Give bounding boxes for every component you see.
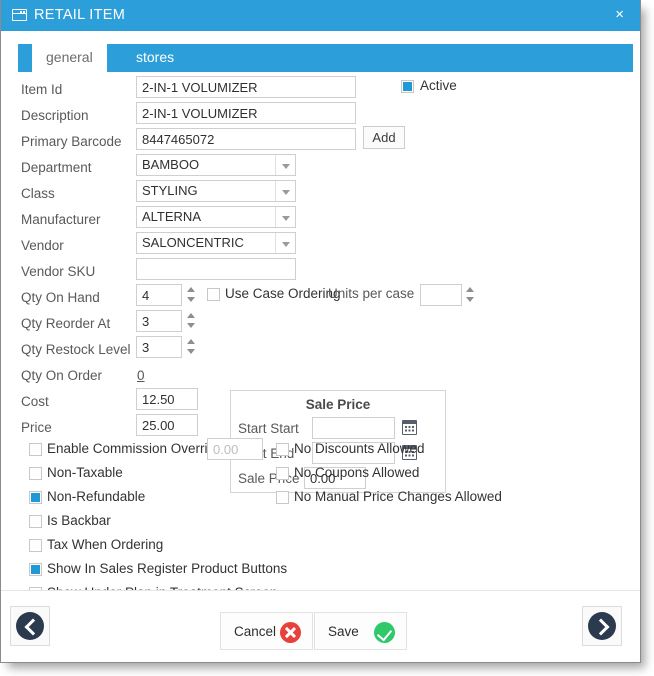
item-id-input[interactable] [136, 76, 356, 98]
label-qty-reorder-at: Qty Reorder At [21, 316, 111, 331]
qty-on-hand-stepper[interactable] [186, 284, 197, 306]
department-select[interactable]: BAMBOO [136, 154, 296, 176]
non-taxable-checkbox[interactable] [29, 467, 42, 480]
label-no-manual-price-changes-allowed: No Manual Price Changes Allowed [294, 489, 502, 504]
calendar-icon[interactable] [402, 420, 417, 435]
non-refundable-checkbox[interactable] [29, 491, 42, 504]
no-manual-price-changes-allowed-checkbox[interactable] [276, 491, 289, 504]
tab-general[interactable]: general [32, 44, 107, 72]
save-button-label: Save [328, 624, 359, 639]
active-checkbox[interactable] [401, 80, 414, 93]
qty-restock-level-stepper[interactable] [186, 336, 197, 358]
show-in-sales-register-product-buttons-checkbox[interactable] [29, 563, 42, 576]
form-body: Item Id Active Description Primary Barco… [1, 72, 640, 600]
label-non-refundable: Non-Refundable [47, 489, 146, 504]
label-item-id: Item Id [21, 82, 63, 97]
qty-on-hand-input[interactable] [136, 284, 182, 306]
start-start-input[interactable] [312, 417, 395, 439]
label-price: Price [21, 420, 52, 435]
price-input[interactable] [136, 414, 198, 436]
dialog-title: RETAIL ITEM [34, 7, 126, 23]
no-coupons-allowed-checkbox[interactable] [276, 467, 289, 480]
previous-record-button[interactable] [10, 606, 50, 646]
chevron-left-icon [16, 612, 44, 640]
check-circle-icon [374, 622, 395, 643]
enable-commission-override-checkbox[interactable] [29, 443, 42, 456]
is-backbar-checkbox[interactable] [29, 515, 42, 528]
manufacturer-select[interactable]: ALTERNA [136, 206, 296, 228]
description-input[interactable] [136, 102, 356, 124]
no-discounts-allowed-checkbox[interactable] [276, 443, 289, 456]
chevron-down-icon[interactable] [275, 233, 295, 253]
label-department: Department [21, 160, 92, 175]
label-non-taxable: Non-Taxable [47, 465, 123, 480]
label-enable-commission-override: Enable Commission Override [47, 441, 223, 456]
label-qty-restock-level: Qty Restock Level [21, 342, 131, 357]
next-record-button[interactable] [582, 606, 622, 646]
dialog-titlebar: RETAIL ITEM × [1, 0, 640, 31]
cost-input[interactable] [136, 388, 198, 410]
label-vendor: Vendor [21, 238, 64, 253]
cancel-button-label: Cancel [234, 624, 277, 639]
department-value: BAMBOO [142, 157, 200, 172]
retail-item-dialog: RETAIL ITEM × general stores Item Id Act… [0, 0, 641, 663]
primary-barcode-input[interactable] [136, 128, 356, 150]
window-icon [12, 9, 27, 21]
label-manufacturer: Manufacturer [21, 212, 101, 227]
chevron-down-icon[interactable] [275, 207, 295, 227]
sale-price-title: Sale Price [305, 397, 371, 412]
label-primary-barcode: Primary Barcode [21, 134, 122, 149]
label-description: Description [21, 108, 89, 123]
qty-reorder-at-input[interactable] [136, 310, 182, 332]
chevron-right-icon [588, 612, 616, 640]
label-class: Class [21, 186, 55, 201]
cancel-button[interactable]: Cancel [220, 612, 313, 650]
chevron-down-icon[interactable] [275, 155, 295, 175]
label-start-start: Start Start [238, 421, 299, 436]
label-sale-price: Sale Price [238, 471, 300, 486]
label-tax-when-ordering: Tax When Ordering [47, 537, 164, 552]
label-qty-on-hand: Qty On Hand [21, 290, 100, 305]
label-no-discounts-allowed: No Discounts Allowed [294, 441, 425, 456]
label-qty-on-order: Qty On Order [21, 368, 103, 383]
commission-override-amount-input[interactable] [207, 438, 263, 460]
class-value: STYLING [142, 183, 198, 198]
label-units-per-case: Units per case [328, 286, 415, 301]
label-cost: Cost [21, 394, 49, 409]
tax-when-ordering-checkbox[interactable] [29, 539, 42, 552]
units-per-case-stepper[interactable] [465, 284, 476, 306]
class-select[interactable]: STYLING [136, 180, 296, 202]
units-per-case-input[interactable] [420, 284, 462, 306]
close-circle-icon [280, 622, 301, 643]
label-use-case-ordering: Use Case Ordering [225, 286, 341, 301]
use-case-ordering-checkbox[interactable] [207, 288, 220, 301]
label-no-coupons-allowed: No Coupons Allowed [294, 465, 420, 480]
chevron-down-icon[interactable] [275, 181, 295, 201]
label-show-in-sales-register-product-buttons: Show In Sales Register Product Buttons [47, 561, 288, 576]
qty-restock-level-input[interactable] [136, 336, 182, 358]
tab-strip: general stores [18, 44, 633, 72]
qty-on-order-link[interactable]: 0 [137, 368, 145, 383]
vendor-sku-input[interactable] [136, 258, 296, 280]
add-barcode-button[interactable]: Add [363, 126, 405, 149]
label-active: Active [420, 78, 457, 93]
label-vendor-sku: Vendor SKU [21, 264, 96, 279]
vendor-value: SALONCENTRIC [142, 235, 244, 250]
vendor-select[interactable]: SALONCENTRIC [136, 232, 296, 254]
close-icon[interactable]: × [611, 6, 628, 24]
label-is-backbar: Is Backbar [47, 513, 111, 528]
manufacturer-value: ALTERNA [142, 209, 201, 224]
save-button[interactable]: Save [314, 612, 407, 650]
qty-reorder-at-stepper[interactable] [186, 310, 197, 332]
tab-stores[interactable]: stores [122, 44, 188, 72]
